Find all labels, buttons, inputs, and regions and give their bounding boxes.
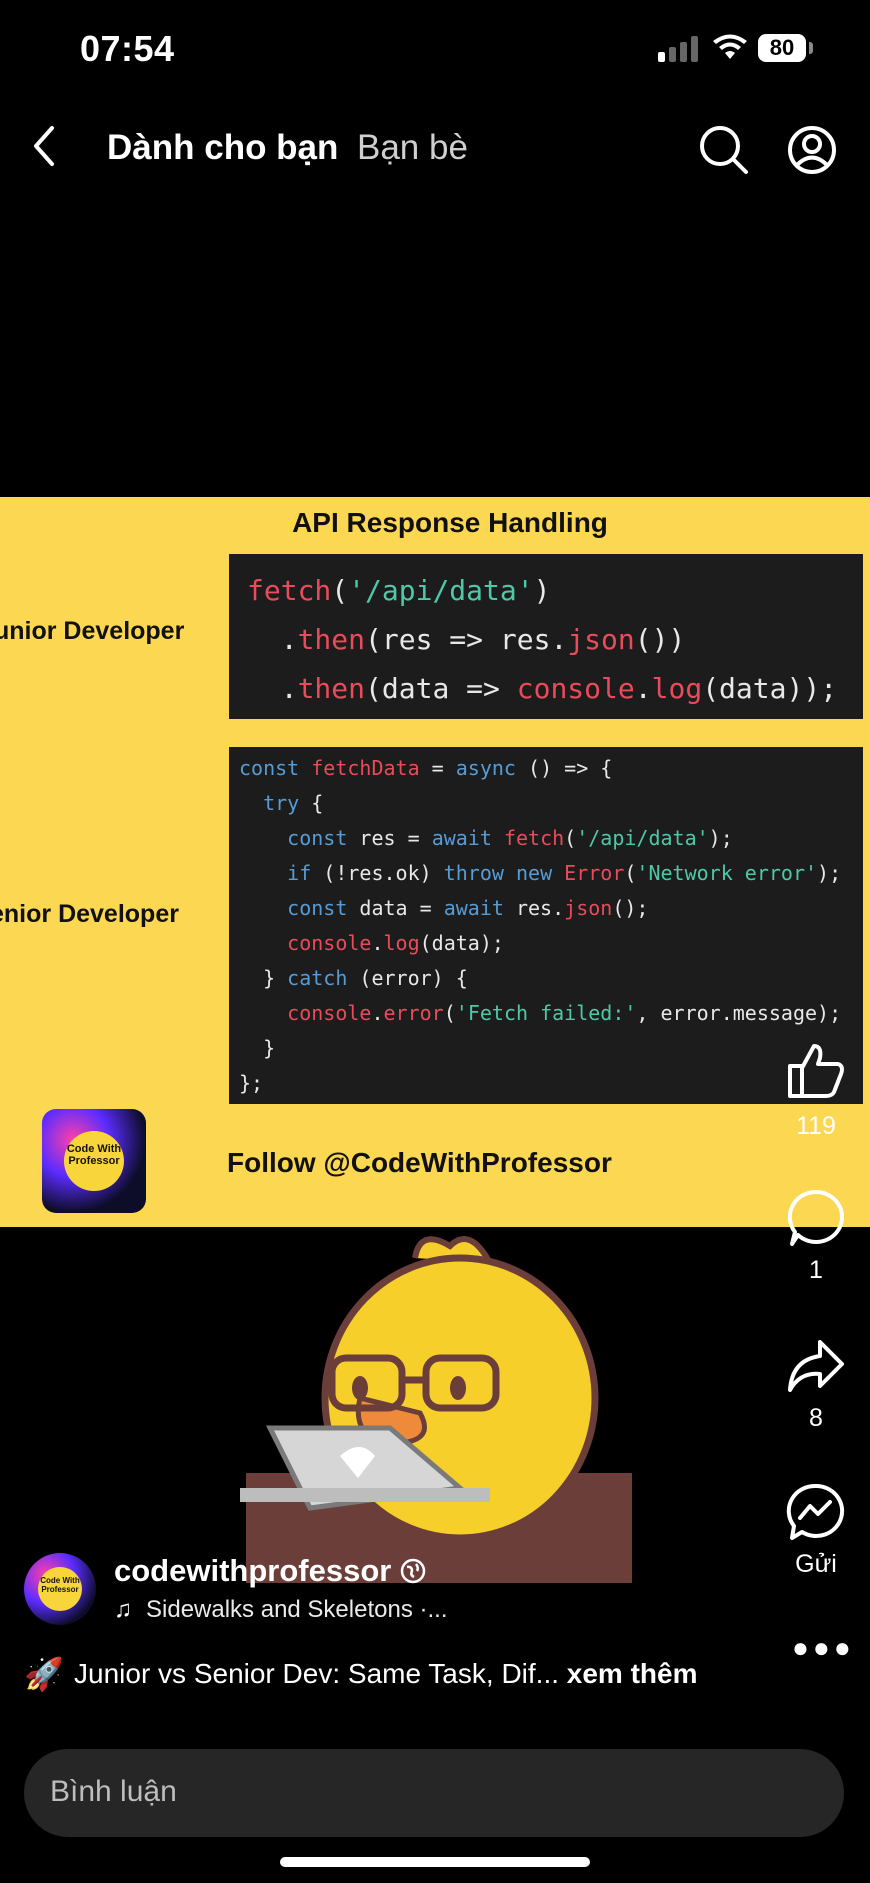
music-icon: ♫ [114, 1596, 132, 1623]
tab-friends[interactable]: Bạn bè [357, 128, 468, 168]
code-line: } catch (error) { [239, 966, 468, 990]
code-line: console.error('Fetch failed:', error.mes… [287, 1001, 842, 1025]
code-line: const data = await res.json(); [287, 896, 649, 920]
more-icon[interactable]: ●●● [792, 1632, 855, 1664]
signal-icon [658, 36, 700, 62]
code-line: } [239, 1036, 276, 1060]
tab-for-you[interactable]: Dành cho bạn [107, 128, 338, 168]
junior-label: unior Developer [0, 617, 185, 645]
comment-placeholder: Bình luận [50, 1775, 177, 1808]
post-title: API Response Handling [292, 507, 608, 538]
see-more-link[interactable]: xem thêm [567, 1658, 698, 1689]
battery-icon: 80 [758, 34, 806, 62]
status-time: 07:54 [80, 28, 175, 69]
username[interactable]: codewithprofessor [114, 1553, 391, 1589]
messenger-icon[interactable] [786, 1482, 846, 1542]
back-icon[interactable] [30, 124, 60, 168]
search-icon[interactable] [698, 124, 750, 176]
comment-icon[interactable] [786, 1188, 846, 1248]
code-line: try { [263, 791, 324, 815]
share-icon[interactable] [786, 1336, 846, 1396]
code-line: .then(data => console.log(data)); [247, 672, 838, 705]
caption[interactable]: Junior vs Senior Dev: Same Task, Dif... … [74, 1658, 698, 1690]
home-indicator[interactable] [280, 1857, 590, 1867]
comment-count: 1 [809, 1256, 823, 1284]
caption-text: Junior vs Senior Dev: Same Task, Dif... [74, 1658, 559, 1689]
post-image[interactable]: API Response Handling unior Developer en… [0, 497, 870, 1227]
follow-text: Follow @CodeWithProfessor [227, 1147, 612, 1178]
brand-logo: Code With Professor [42, 1109, 146, 1213]
code-line: .then(res => res.json()) [247, 623, 686, 656]
like-count: 119 [796, 1112, 836, 1140]
share-count: 8 [809, 1404, 823, 1432]
send-label: Gửi [795, 1550, 837, 1578]
junior-code-block: fetch('/api/data') .then(res => res.json… [229, 554, 863, 719]
code-line: fetch('/api/data') [247, 574, 551, 607]
code-line: if (!res.ok) throw new Error('Network er… [287, 861, 842, 885]
profile-icon[interactable] [786, 124, 838, 176]
avatar-text: Code With Professor [38, 1567, 82, 1611]
code-line: const res = await fetch('/api/data'); [287, 826, 733, 850]
wifi-icon [713, 34, 747, 59]
like-icon[interactable] [786, 1040, 846, 1100]
brand-logo-text: Code With Professor [64, 1131, 124, 1191]
code-line: }; [239, 1071, 264, 1095]
rocket-icon: 🚀 [24, 1656, 64, 1692]
code-line: const fetchData = async () => { [239, 756, 613, 780]
globe-icon [400, 1558, 426, 1584]
song-title[interactable]: Sidewalks and Skeletons ·... [146, 1596, 448, 1624]
senior-label: enior Developer [0, 900, 179, 928]
duck-sticker [240, 1236, 632, 1583]
senior-code-block: const fetchData = async () => { try { co… [229, 747, 863, 1104]
battery-tip [809, 42, 813, 54]
comment-input[interactable]: Bình luận [24, 1749, 844, 1837]
avatar[interactable]: Code With Professor [24, 1553, 96, 1625]
code-line: console.log(data); [287, 931, 504, 955]
